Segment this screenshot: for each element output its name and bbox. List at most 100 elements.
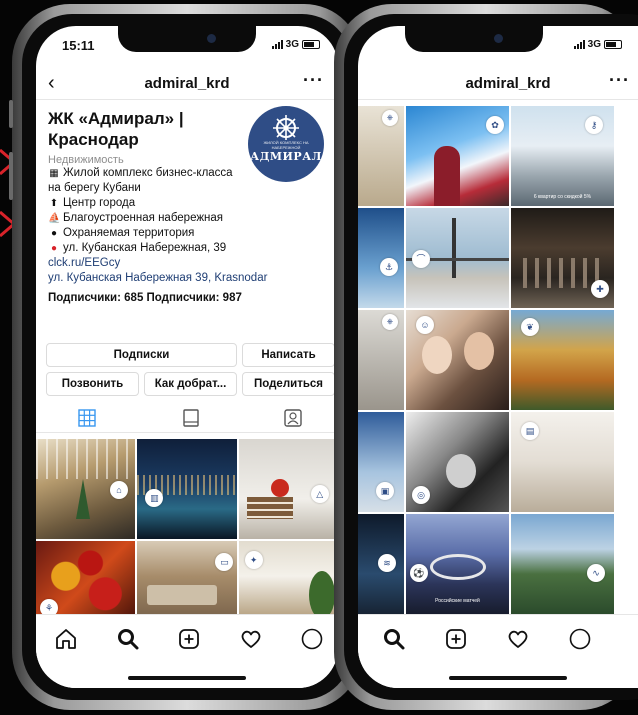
heart-icon[interactable] [239,627,263,651]
post-tile[interactable]: ▤ [511,412,614,512]
network-type: 3G [587,39,601,50]
bio-line: ⬆ Центр города [48,196,326,211]
posts-grid-explore: ⎈ ✿ 6 квартир со скидкой 5% ⚷ ⚓ ⌒ ✚ ⎈ ☺ … [358,106,616,626]
status-indicators: 3G [573,39,622,50]
compass-icon: △ [310,485,329,503]
post-tile[interactable]: △ [238,439,338,539]
bio-text: ул. Кубанская Набережная, 39 [63,242,227,254]
bio-text: Центр города [63,197,136,209]
kitchen-icon: ▤ [521,422,539,440]
bio-text: Жилой комплекс бизнес-класса [63,167,233,179]
post-tile[interactable]: ❦ [511,310,614,410]
post-tile[interactable]: ▥ [137,439,237,539]
heart-icon[interactable] [506,627,530,651]
post-tile[interactable]: ⌂ [36,439,136,539]
bridge-icon: ⌒ [412,250,430,268]
pin-icon: ● [50,243,58,254]
post-tile[interactable]: ⚓ [358,208,404,308]
profile-header: ‹ admiral_krd ··· [36,66,338,100]
profile-icon[interactable] [568,627,592,651]
status-indicators: 3G [271,39,320,50]
post-tile[interactable]: Российские матчей ⚽ [406,514,509,614]
camera-icon: ▣ [376,482,394,500]
profile-icon[interactable] [300,627,324,651]
film-icon: ◎ [412,486,430,504]
directions-button[interactable]: Как добрат... [144,372,237,396]
home-icon[interactable] [54,627,78,651]
search-icon[interactable] [116,627,140,651]
signal-icon [573,40,585,49]
more-options-icon[interactable]: ··· [609,70,630,91]
front-camera [494,34,503,43]
tagged-tab-icon[interactable] [283,409,303,427]
post-tile[interactable]: 6 квартир со скидкой 5% ⚷ [511,106,614,206]
post-tile[interactable]: ✚ [511,208,614,308]
grid-tab-icon[interactable] [77,409,97,427]
profile-website-link[interactable]: clck.ru/EEGcy [48,256,326,271]
status-time: 15:11 [62,38,95,53]
profile-username: admiral_krd [465,75,551,92]
more-options-icon[interactable]: ··· [303,70,324,91]
network-type: 3G [285,39,299,50]
avatar-tagline: ЖИЛОЙ КОМПЛЕКС НА НАБЕРЕЖНОЙ [263,140,309,150]
signal-icon [271,40,283,49]
profile-info: ЖК «Адмирал» | Краснодар ЖИЛОЙ КОМПЛЕКС … [48,106,326,304]
right-phone-screen: 3G admiral_krd ··· ⎈ ✿ 6 квартир со скид… [358,26,638,688]
home-indicator [128,676,246,680]
igtv-tab-icon[interactable] [181,409,201,427]
fish-icon: ≋ [378,554,396,572]
bottom-nav [358,614,638,688]
building-icon: ▦ [49,168,59,179]
bio-line: на берегу Кубани [48,181,326,196]
mute-switch [9,100,13,128]
left-phone-frame: 15:11 3G ‹ admiral_krd ··· ЖК «Адмирал» … [9,4,362,710]
subscriptions-button[interactable]: Подписки [46,343,237,367]
volume-up-button [9,152,13,200]
add-post-icon[interactable] [444,627,468,651]
bio-line: ● ул. Кубанская Набережная, 39 [48,241,326,256]
logo-icon: ⎈ [382,110,398,126]
guard-icon: ● [50,228,58,239]
boat-icon: ⚓ [380,258,398,276]
sailboat-icon: ⛵ [48,213,61,224]
family-icon: ☺ [416,316,434,334]
top-icon: ⬆ [49,198,59,209]
add-post-icon[interactable] [177,627,201,651]
profile-tabs [36,405,338,433]
profile-address-link[interactable]: ул. Кубанская Набережная 39, Krasnodar [48,271,326,286]
bio-text: на берегу Кубани [48,182,141,194]
notch [118,26,256,52]
avatar[interactable]: ЖИЛОЙ КОМПЛЕКС НА НАБЕРЕЖНОЙ АДМИРАЛ [248,106,324,182]
tile-caption: 6 квартир со скидкой 5% [533,194,592,200]
avatar-brand-name: АДМИРАЛ [250,150,322,163]
profile-stats: Подписчики: 685 Подписчики: 987 [48,292,242,304]
post-tile[interactable]: ☺ [406,310,509,410]
post-tile[interactable]: ⎈ [358,310,404,410]
bio-line: ● Охраняемая территория [48,226,326,241]
battery-icon [604,40,622,49]
fitness-icon: ✚ [591,280,609,298]
post-tile[interactable]: ⌒ [406,208,509,308]
notch [405,26,543,52]
profile-display-name: ЖК «Адмирал» | Краснодар [48,109,184,149]
post-tile[interactable]: ⎈ [358,106,404,206]
post-tile[interactable]: ◎ [406,412,509,512]
post-tile[interactable]: ≋ [358,514,404,614]
dress-icon: ✿ [486,116,504,134]
call-button[interactable]: Позвонить [46,372,139,396]
right-phone-frame: 3G admiral_krd ··· ⎈ ✿ 6 квартир со скид… [334,4,638,710]
posts-grid: ⌂ ▥ △ ⚘ ▭ ✦ [36,439,338,629]
sofa-icon: ▭ [215,553,234,571]
post-tile[interactable]: ✿ [406,106,509,206]
front-camera [207,34,216,43]
home-indicator [449,676,567,680]
message-button[interactable]: Написать [242,343,335,367]
post-tile[interactable]: ▣ [358,412,404,512]
post-tile[interactable]: ∿ [511,514,614,614]
mockup-stage: 15:11 3G ‹ admiral_krd ··· ЖК «Адмирал» … [0,0,638,715]
bio-text: Благоустроенная набережная [63,212,224,224]
share-button[interactable]: Поделиться [242,372,335,396]
logo-icon: ⎈ [382,314,398,330]
search-icon[interactable] [382,627,406,651]
profile-username: admiral_krd [144,75,230,92]
